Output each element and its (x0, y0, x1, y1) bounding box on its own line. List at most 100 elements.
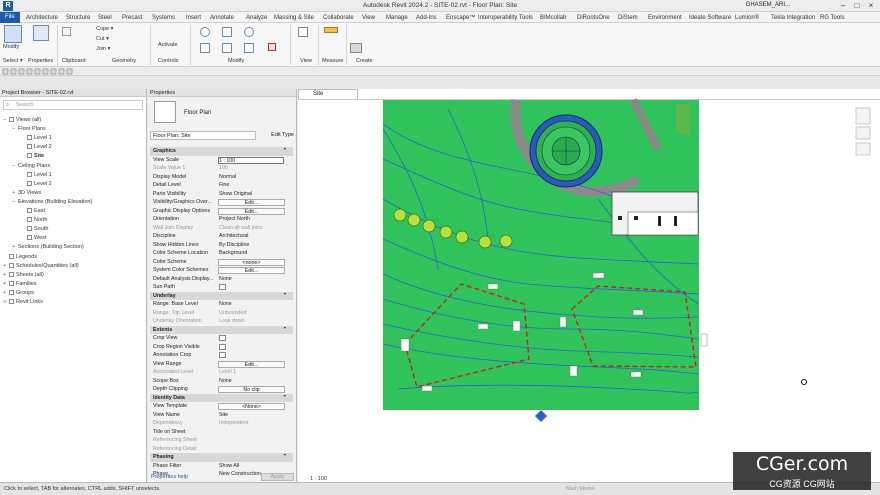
offset-icon[interactable] (222, 27, 232, 37)
tab-dirootsone[interactable]: DiRootsOne (577, 13, 610, 23)
property-row[interactable]: Color Scheme <none> (150, 258, 293, 267)
tab-collaborate[interactable]: Collaborate (323, 13, 354, 23)
property-row[interactable]: Range: Top Level Unbounded (150, 309, 293, 318)
property-checkbox[interactable] (219, 352, 226, 358)
modify-button-label[interactable]: Modify (3, 44, 19, 50)
active-model-label[interactable]: Main Model (566, 486, 594, 492)
properties-icon[interactable] (33, 25, 49, 41)
property-button[interactable]: Edit... (218, 199, 285, 206)
property-row[interactable]: Wall Join Display Clean all wall joins (150, 224, 293, 233)
tab-environment[interactable]: Environment (648, 13, 682, 23)
property-row[interactable]: Range: Base Level None (150, 300, 293, 309)
property-row[interactable]: System Color Schemes Edit... (150, 266, 293, 275)
tab-add-ins[interactable]: Add-Ins (416, 13, 437, 23)
browser-node[interactable]: + Families (3, 280, 36, 287)
tab-tekla-integration[interactable]: Tekla Integration (771, 13, 815, 23)
property-button[interactable]: No clip (218, 386, 285, 393)
cope-button[interactable]: Cope ▾ (96, 26, 113, 32)
paste-icon[interactable] (62, 27, 71, 36)
tab-systems[interactable]: Systems (152, 13, 175, 23)
property-row[interactable]: Crop View (150, 334, 293, 343)
collapse-icon[interactable]: ⌃ (283, 453, 287, 462)
browser-node[interactable]: + Groups (3, 289, 34, 296)
property-row[interactable]: Referencing Detail (150, 445, 293, 454)
quick-access-icons[interactable] (0, 67, 300, 76)
collapse-icon[interactable]: ⌃ (283, 394, 287, 403)
view-icon[interactable] (298, 27, 308, 37)
browser-node[interactable]: − Views (all) (3, 117, 41, 123)
property-row[interactable]: Parts Visibility Show Original (150, 190, 293, 199)
quick-access-toolbar[interactable] (0, 67, 880, 76)
property-row[interactable]: Scale Value 1: 100 (150, 164, 293, 173)
property-row[interactable]: Crop Region Visible (150, 343, 293, 352)
browser-node[interactable]: − Ceiling Plans (12, 163, 50, 169)
tab-insert[interactable]: Insert (186, 13, 201, 23)
property-row[interactable]: Associated Level Level 1 (150, 368, 293, 377)
user-account[interactable]: GHASEM_ARI... (746, 2, 790, 8)
activate-button[interactable]: Activate (158, 42, 178, 48)
property-row[interactable]: View Template <None> (150, 402, 293, 411)
apply-button[interactable]: Apply (261, 473, 294, 481)
browser-node[interactable]: − Elevations (Building Elevation) (12, 199, 92, 205)
minimize-button[interactable]: – (836, 1, 850, 11)
browser-node[interactable]: West (21, 235, 46, 241)
property-checkbox[interactable] (219, 335, 226, 341)
browser-node[interactable]: Level 1 (21, 171, 52, 178)
property-row[interactable]: Scope Box None (150, 377, 293, 386)
property-row[interactable]: Sun Path (150, 283, 293, 292)
tab-ideate-software[interactable]: Ideate Software (689, 13, 731, 23)
property-row[interactable]: Detail Level Fine (150, 181, 293, 190)
collapse-icon[interactable]: ⌃ (283, 326, 287, 335)
array-icon[interactable] (244, 43, 254, 53)
property-row[interactable]: Display Model Normal (150, 173, 293, 182)
tab-steel[interactable]: Steel (98, 13, 112, 23)
tab-manage[interactable]: Manage (386, 13, 408, 23)
property-row[interactable]: Phase Filter Show All (150, 462, 293, 471)
property-row[interactable]: Orientation Project North (150, 215, 293, 224)
property-row[interactable]: Annotation Crop (150, 351, 293, 360)
tab-analyze[interactable]: Analyze (246, 13, 267, 23)
site-plan-canvas[interactable]: 1 : 100 (298, 89, 880, 482)
project-browser-search[interactable]: ⌕ Search (3, 100, 143, 110)
browser-node[interactable]: Legends (3, 253, 37, 260)
tab-annotate[interactable]: Annotate (210, 13, 234, 23)
browser-node[interactable]: +3D Views (12, 190, 41, 196)
browser-node[interactable]: Site (21, 153, 44, 159)
property-row[interactable]: Color Scheme Location Background (150, 249, 293, 258)
browser-node[interactable]: Level 2 (21, 180, 52, 187)
property-row[interactable]: Depth Clipping No clip (150, 385, 293, 394)
join-button[interactable]: Join ▾ (96, 46, 110, 52)
property-button[interactable]: Edit... (218, 267, 285, 274)
collapse-icon[interactable]: ⌃ (283, 147, 287, 156)
property-row[interactable]: Dependency Independent (150, 419, 293, 428)
property-row[interactable]: Graphic Display Options Edit... (150, 207, 293, 216)
copy-icon[interactable] (200, 43, 210, 53)
create-group-icon[interactable] (350, 43, 362, 53)
tab-distem[interactable]: DiStem (618, 13, 638, 23)
tab-architecture[interactable]: Architecture (26, 13, 58, 23)
tab-file[interactable]: File (0, 12, 20, 23)
browser-node[interactable]: Level 1 (21, 135, 52, 141)
drawing-area[interactable]: Site 1: 100 (298, 89, 880, 482)
tab-enscape[interactable]: Enscape™ (446, 13, 475, 23)
property-row[interactable]: View Scale 1 : 100 (150, 156, 293, 165)
tab-rg-tools[interactable]: RG Tools (820, 13, 845, 23)
browser-node[interactable]: Level 2 (21, 144, 52, 150)
rotate-icon[interactable] (244, 27, 254, 37)
instance-selector[interactable]: Floor Plan: Site (150, 131, 256, 140)
browser-node[interactable]: South (21, 226, 48, 232)
property-section[interactable]: Phasing ⌃ (150, 453, 293, 462)
browser-node[interactable]: ∞ Revit Links (3, 299, 43, 305)
modify-cursor-icon[interactable] (4, 25, 22, 43)
tab-interoperability-tools[interactable]: Interoperability Tools (478, 13, 533, 23)
property-row[interactable]: Underlay Orientation Look down (150, 317, 293, 326)
close-button[interactable]: × (864, 1, 878, 11)
browser-node[interactable]: − Floor Plans (12, 126, 46, 132)
property-row[interactable]: Referencing Sheet (150, 436, 293, 445)
browser-node[interactable]: + Sections (Building Section) (12, 244, 84, 250)
property-section[interactable]: Graphics ⌃ (150, 147, 293, 156)
property-checkbox[interactable] (219, 284, 226, 290)
tab-lumion[interactable]: Lumion® (735, 13, 759, 23)
measure-icon[interactable] (324, 27, 338, 33)
tab-bimcollab[interactable]: BIMcollab (540, 13, 566, 23)
